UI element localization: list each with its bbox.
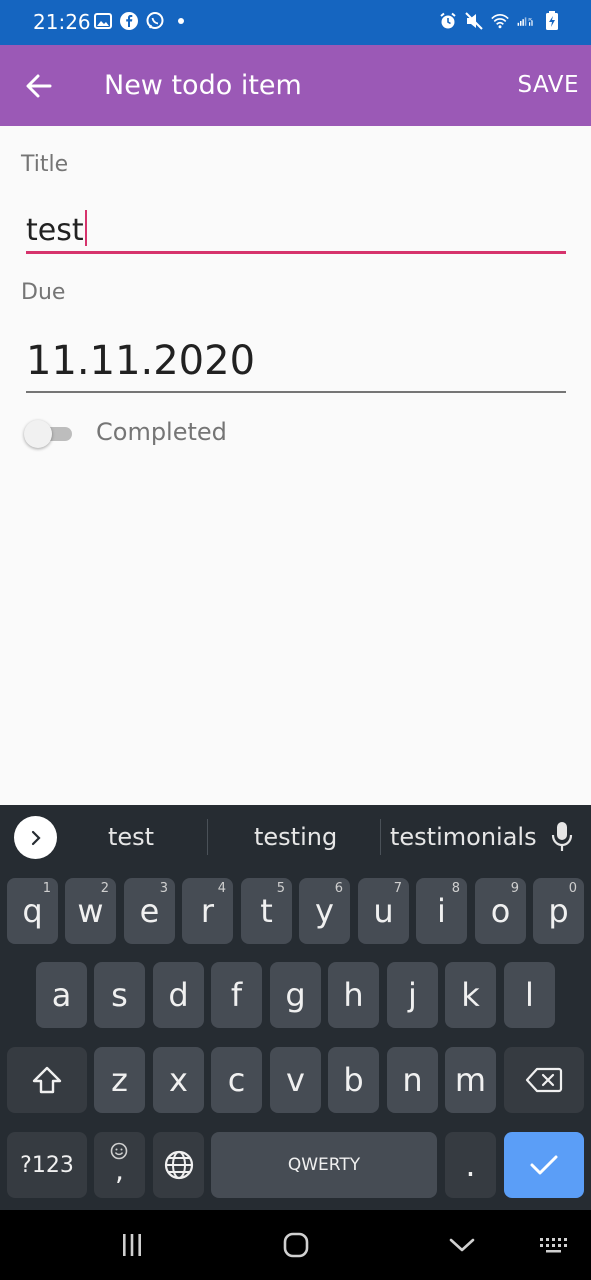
key-g[interactable]: g: [270, 962, 321, 1028]
symbols-key[interactable]: ?123: [7, 1132, 87, 1198]
key-x[interactable]: x: [153, 1047, 204, 1113]
keyboard-expand-button[interactable]: [14, 816, 57, 859]
keyboard-icon: [540, 1238, 567, 1253]
key-r[interactable]: r4: [182, 878, 233, 944]
globe-icon: [164, 1150, 193, 1180]
key-z[interactable]: z: [94, 1047, 145, 1113]
key-v[interactable]: v: [270, 1047, 321, 1113]
viber-icon: [146, 12, 164, 30]
comma-emoji-key[interactable]: ,: [94, 1132, 145, 1198]
page-title: New todo item: [104, 70, 302, 101]
title-input-text: test: [26, 213, 84, 248]
key-t[interactable]: t5: [241, 878, 292, 944]
title-input[interactable]: test: [26, 210, 87, 248]
space-key[interactable]: QWERTY: [211, 1132, 437, 1198]
suggestion-2[interactable]: testing: [254, 823, 337, 851]
due-field-underline: [26, 391, 566, 393]
key-q[interactable]: q1: [7, 878, 58, 944]
system-icons: R: [439, 11, 561, 30]
due-date-field[interactable]: 11.11.2020: [26, 338, 255, 384]
mute-icon: [465, 12, 483, 30]
chevron-right-icon: [31, 830, 41, 845]
navigation-bar: [0, 1210, 591, 1280]
suggestion-3[interactable]: testimonials: [390, 823, 537, 851]
key-n[interactable]: n: [387, 1047, 438, 1113]
key-m[interactable]: m: [445, 1047, 496, 1113]
shift-icon: [32, 1066, 62, 1094]
backspace-icon: [525, 1067, 563, 1093]
key-u[interactable]: u7: [358, 878, 409, 944]
key-p[interactable]: p0: [533, 878, 584, 944]
keyboard: test testing testimonials q1 w2 e3 r4 t5…: [0, 805, 591, 1210]
key-d[interactable]: d: [153, 962, 204, 1028]
completed-label: Completed: [96, 418, 227, 446]
key-l[interactable]: l: [504, 962, 555, 1028]
period-key[interactable]: .: [445, 1132, 496, 1198]
suggestion-divider: [380, 819, 381, 855]
backspace-key[interactable]: [504, 1047, 584, 1113]
completed-toggle[interactable]: [24, 420, 72, 448]
keyboard-switch-button[interactable]: [535, 1230, 575, 1260]
key-a[interactable]: a: [36, 962, 87, 1028]
title-input-underline: [26, 251, 566, 254]
recent-apps-button[interactable]: [112, 1230, 152, 1260]
status-time: 21:26: [33, 10, 91, 34]
suggestion-bar: test testing testimonials: [0, 805, 591, 870]
checkmark-icon: [530, 1155, 558, 1175]
home-icon: [283, 1232, 309, 1258]
key-f[interactable]: f: [211, 962, 262, 1028]
dot-icon: [172, 12, 190, 30]
title-label: Title: [21, 152, 69, 177]
save-button[interactable]: SAVE: [517, 72, 579, 98]
comma-label: ,: [115, 1154, 124, 1187]
language-key[interactable]: [153, 1132, 204, 1198]
due-label: Due: [21, 280, 66, 305]
back-nav-button[interactable]: [442, 1230, 482, 1260]
key-b[interactable]: b: [328, 1047, 379, 1113]
gallery-icon: [94, 12, 112, 30]
chevron-down-icon: [449, 1238, 475, 1252]
suggestion-1[interactable]: test: [108, 823, 154, 851]
back-button[interactable]: [22, 69, 56, 103]
facebook-icon: [120, 12, 138, 30]
notification-icons: [94, 12, 190, 30]
key-j[interactable]: j: [387, 962, 438, 1028]
wifi-icon: [491, 12, 509, 30]
key-k[interactable]: k: [445, 962, 496, 1028]
status-bar: 21:26 R: [0, 0, 591, 45]
battery-charging-icon: [543, 11, 561, 30]
arrow-left-icon: [26, 74, 52, 98]
key-e[interactable]: e3: [124, 878, 175, 944]
text-caret: [84, 210, 87, 246]
home-button[interactable]: [276, 1230, 316, 1260]
key-y[interactable]: y6: [299, 878, 350, 944]
toggle-thumb: [24, 420, 52, 448]
key-h[interactable]: h: [328, 962, 379, 1028]
app-bar: New todo item SAVE: [0, 45, 591, 126]
key-w[interactable]: w2: [65, 878, 116, 944]
suggestion-divider: [207, 819, 208, 855]
key-o[interactable]: o9: [475, 878, 526, 944]
microphone-icon[interactable]: [548, 819, 576, 855]
key-i[interactable]: i8: [416, 878, 467, 944]
alarm-icon: [439, 12, 457, 30]
shift-key[interactable]: [7, 1047, 87, 1113]
key-c[interactable]: c: [211, 1047, 262, 1113]
done-key[interactable]: [504, 1132, 584, 1198]
key-s[interactable]: s: [94, 962, 145, 1028]
signal-icon: R: [517, 12, 535, 30]
recent-apps-icon: [123, 1234, 141, 1256]
